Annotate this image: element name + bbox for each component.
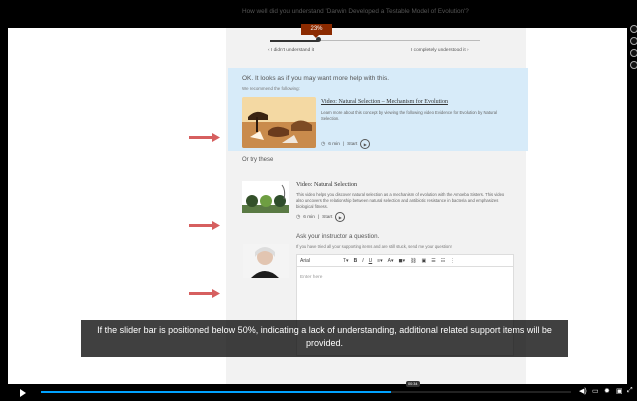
volume-icon[interactable]: ◀) xyxy=(579,387,587,395)
editor-placeholder[interactable]: Enter here xyxy=(297,267,513,288)
ask-instructor-subtitle: If you have tried all your supporting it… xyxy=(296,244,452,249)
video-progress-fill xyxy=(41,391,391,393)
natural-selection-description: Learn more about this concept by viewing… xyxy=(321,110,497,121)
slider-value-badge: 23% xyxy=(301,24,332,38)
or-try-heading: Or try these xyxy=(242,157,274,163)
clock-icon: ◷ xyxy=(321,141,326,147)
slider-fill xyxy=(270,39,319,42)
editor-toolbar: Arial T▾ B I U ≡▾ A▾ ◼▾ ⛓ ▣ ☰ ☷ ⋮ xyxy=(297,255,513,267)
font-select[interactable]: Arial xyxy=(300,258,338,264)
more-options-icon[interactable]: ⋮ xyxy=(450,258,455,264)
arrow-indicator-icon xyxy=(189,221,220,230)
duration-label: 6 min xyxy=(328,141,340,147)
question-text: How well did you understand 'Darwin Deve… xyxy=(242,8,469,15)
pip-icon[interactable]: ▣ xyxy=(616,387,623,395)
play-circle-icon[interactable]: ▶ xyxy=(360,139,371,149)
play-icon[interactable] xyxy=(20,389,26,397)
natural-selection-amoeba-description: This video helps you discover natural se… xyxy=(296,192,505,209)
text-color-icon[interactable]: A▾ xyxy=(388,258,394,264)
arrow-indicator-icon xyxy=(189,133,220,142)
meta-separator: | xyxy=(317,214,320,220)
underline-icon[interactable]: U xyxy=(369,258,373,264)
instructor-avatar xyxy=(243,244,289,278)
side-tool-icon[interactable] xyxy=(630,61,637,69)
slider-thumb[interactable] xyxy=(315,37,321,42)
side-tool-icon[interactable] xyxy=(630,49,637,57)
image-icon[interactable]: ▣ xyxy=(422,258,427,264)
start-label[interactable]: Start xyxy=(347,142,357,147)
clock-icon: ◷ xyxy=(296,214,301,220)
natural-selection-link[interactable]: Video: Natural Selection xyxy=(296,181,357,188)
video-meta-2: ◷ 6 min | Start ▶ xyxy=(296,212,346,222)
slider-right-label: I completely understood it › xyxy=(411,48,469,53)
side-toolbar xyxy=(630,25,637,73)
italic-icon[interactable]: I xyxy=(362,258,363,264)
arrow-indicator-icon xyxy=(189,289,220,298)
play-circle-icon[interactable]: ▶ xyxy=(335,212,346,222)
help-heading: OK. It looks as if you may want more hel… xyxy=(242,75,390,82)
bullet-list-icon[interactable]: ☰ xyxy=(431,258,435,264)
video-caption: If the slider bar is positioned below 50… xyxy=(81,320,568,357)
side-tool-icon[interactable] xyxy=(630,25,637,33)
start-label[interactable]: Start xyxy=(322,215,332,220)
settings-gear-icon[interactable]: ✹ xyxy=(604,387,610,395)
understanding-slider[interactable] xyxy=(270,37,480,42)
natural-selection-thumbnail[interactable] xyxy=(242,97,316,148)
video-timestamp: 00:34 xyxy=(406,381,420,387)
link-icon[interactable]: ⛓ xyxy=(410,258,416,264)
fullscreen-icon[interactable]: ⤢ xyxy=(627,387,633,395)
amoeba-sisters-thumbnail[interactable] xyxy=(242,181,289,213)
slider-left-label: ‹ I didn't understand it xyxy=(268,48,314,53)
side-tool-icon[interactable] xyxy=(630,37,637,45)
video-progress-bar[interactable] xyxy=(41,391,571,393)
duration-label: 6 min xyxy=(303,214,315,220)
align-icon[interactable]: ≡▾ xyxy=(377,258,382,264)
highlight-icon[interactable]: ◼▾ xyxy=(399,258,406,264)
meta-separator: | xyxy=(342,141,345,147)
video-meta: ◷ 6 min | Start ▶ xyxy=(321,139,371,149)
ask-instructor-title: Ask your instructor a question. xyxy=(296,233,380,240)
captions-icon[interactable]: ▭ xyxy=(592,387,599,395)
natural-selection-mechanism-link[interactable]: Video: Natural Selection – Mechanism for… xyxy=(321,99,448,105)
numbered-list-icon[interactable]: ☷ xyxy=(441,258,445,264)
bold-icon[interactable]: B xyxy=(354,258,358,264)
font-size-dropdown-icon[interactable]: T▾ xyxy=(343,258,349,264)
recommend-text: We recommend the following: xyxy=(242,86,300,91)
